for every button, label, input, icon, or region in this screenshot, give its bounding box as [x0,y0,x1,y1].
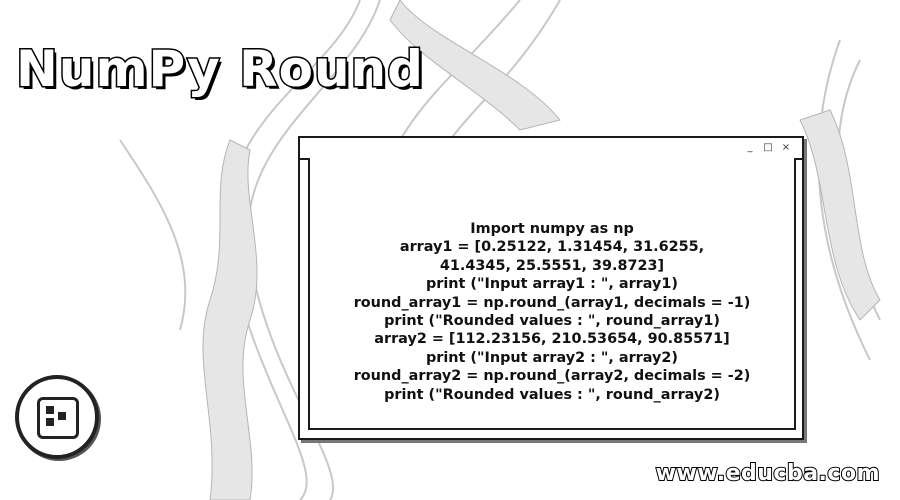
code-line: round_array2 = np.round_(array2, decimal… [353,368,751,385]
minimize-icon[interactable]: _ [744,143,756,153]
maximize-icon[interactable]: □ [762,143,774,153]
code-line: round_array1 = np.round_(array1, decimal… [353,294,751,311]
code-line: print ("Rounded values : ", round_array2… [384,386,720,403]
educba-logo-icon [15,375,99,459]
window-content: Import numpy as np array1 = [0.25122, 1.… [308,158,796,430]
window-controls: _ □ × [744,143,792,153]
code-line: array1 = [0.25122, 1.31454, 31.6255, [399,239,705,256]
code-block: Import numpy as np array1 = [0.25122, 1.… [310,220,794,404]
close-icon[interactable]: × [780,143,792,153]
window-titlebar: _ □ × [300,138,802,160]
page-title: NumPy Round [15,39,425,100]
code-line: array2 = [112.23156, 210.53654, 90.85571… [374,331,730,348]
logo-square [37,397,79,439]
watermark-url[interactable]: www.educba.com [655,460,881,487]
code-line: Import numpy as np [470,221,634,237]
code-line: print ("Input array1 : ", array1) [425,276,679,293]
code-line: print ("Rounded values : ", round_array1… [384,313,720,330]
code-line: print ("Input array2 : ", array2) [425,349,679,366]
code-line: 41.4345, 25.5551, 39.8723] [439,257,665,274]
logo-mark-icon [46,406,66,426]
code-window: _ □ × Import numpy as np array1 = [0.251… [298,136,804,440]
